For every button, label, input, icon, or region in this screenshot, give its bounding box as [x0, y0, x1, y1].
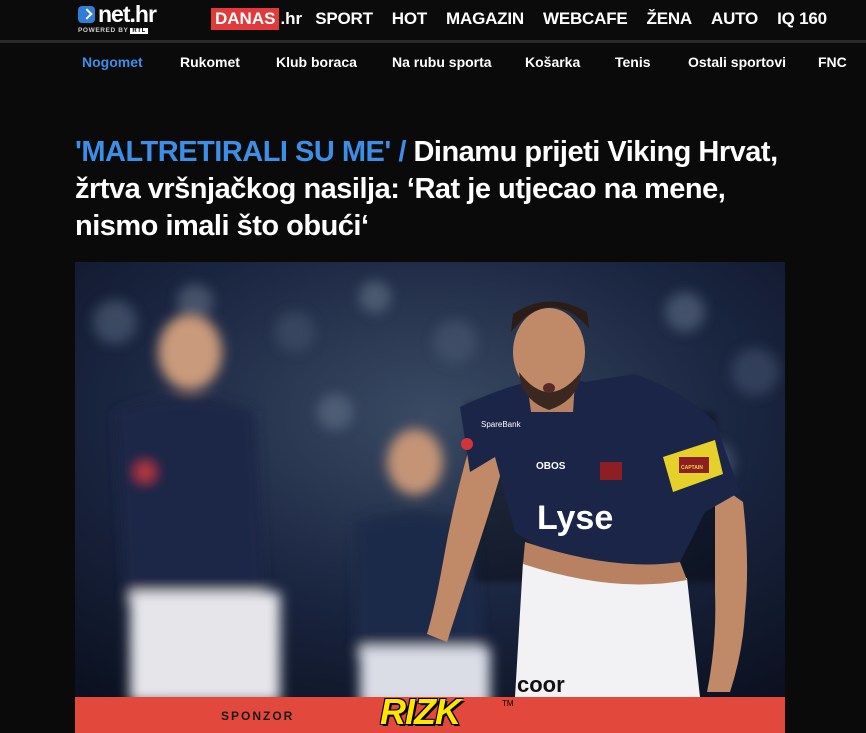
- subnav-tenis[interactable]: Tenis: [615, 54, 651, 70]
- main-navigation: DANAS .hr SPORT HOT MAGAZIN WEBCAFE ŽENA…: [211, 7, 827, 31]
- danas-logo-box: DANAS: [211, 8, 280, 30]
- nav-iq160[interactable]: IQ 160: [777, 9, 827, 29]
- subnav-kosarka[interactable]: Košarka: [525, 54, 580, 70]
- nav-sport[interactable]: SPORT: [315, 9, 373, 29]
- subnav-ostali-sportovi[interactable]: Ostali sportovi: [688, 54, 786, 70]
- danas-link[interactable]: DANAS .hr: [211, 8, 302, 30]
- sponsor-label: SPONZOR: [221, 709, 295, 723]
- sponsor-trademark: TM: [502, 699, 514, 708]
- hero-illustration: Lyse OBOS SpareBank coor CAPTAIN: [75, 262, 785, 697]
- article-kicker: 'MALTRETIRALI SU ME' /: [75, 136, 406, 168]
- club-crest: [600, 462, 622, 480]
- captain-band-text: CAPTAIN: [681, 465, 703, 471]
- nav-webcafe[interactable]: WEBCAFE: [543, 9, 628, 29]
- logo-text: net.hr: [98, 1, 157, 27]
- logo-subtitle: POWERED BY RTL: [78, 27, 148, 34]
- subnav-fnc[interactable]: FNC: [818, 54, 847, 70]
- nav-auto[interactable]: AUTO: [711, 9, 758, 29]
- subnav-nogomet[interactable]: Nogomet: [82, 54, 143, 70]
- site-header: net.hr POWERED BY RTL DANAS .hr SPORT HOT…: [0, 0, 866, 40]
- nav-zena[interactable]: ŽENA: [647, 9, 693, 29]
- article-headline[interactable]: 'MALTRETIRALI SU ME' / Dinamu prijeti Vi…: [75, 134, 795, 245]
- subnav-rukomet[interactable]: Rukomet: [180, 54, 240, 70]
- article-hero-image[interactable]: Lyse OBOS SpareBank coor CAPTAIN: [75, 262, 785, 697]
- sleeve-sponsor-text: SpareBank: [481, 420, 522, 429]
- logo-arrow-icon: [78, 6, 95, 23]
- danas-logo-domain: .hr: [280, 9, 303, 28]
- subnav-klub-boraca[interactable]: Klub boraca: [276, 54, 357, 70]
- sponsor-brand-logo: RIZK: [380, 691, 461, 732]
- nav-magazin[interactable]: MAGAZIN: [446, 9, 524, 29]
- subnav-na-rubu-sporta[interactable]: Na rubu sporta: [392, 54, 492, 70]
- site-logo[interactable]: net.hr POWERED BY RTL: [78, 3, 184, 37]
- nav-hot[interactable]: HOT: [392, 9, 427, 29]
- sponsor-banner[interactable]: SPONZOR RIZK TM: [75, 691, 785, 733]
- sport-subnavigation: Nogomet Rukomet Klub boraca Na rubu spor…: [0, 43, 866, 83]
- jersey-sponsor-text: Lyse: [537, 499, 613, 537]
- chest-badge-text: OBOS: [536, 461, 566, 472]
- shorts-sponsor-text: coor: [517, 672, 565, 697]
